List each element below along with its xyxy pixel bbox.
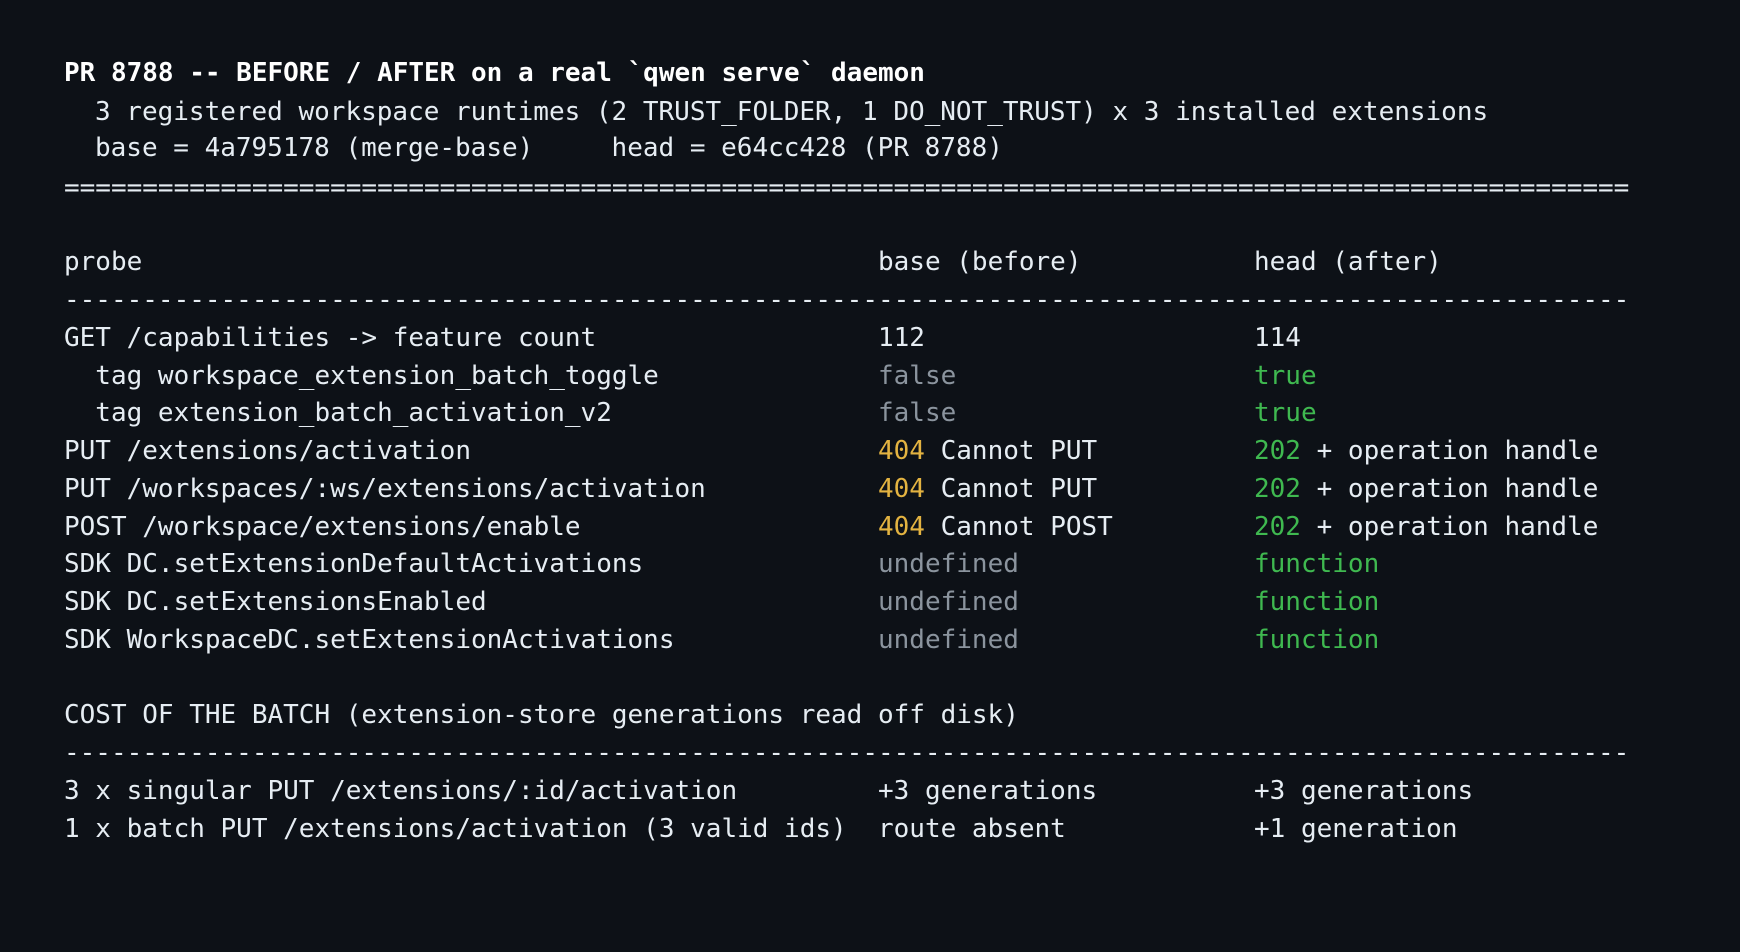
status-code-after: 202	[1254, 512, 1301, 542]
probe-cell: POST /workspace/extensions/enable	[64, 512, 581, 542]
cost-base-cell: +3 generations	[878, 776, 1098, 806]
base-cell: false	[878, 396, 956, 430]
probe-cell: GET /capabilities -> feature count	[64, 323, 597, 353]
probe-cell: tag extension_batch_activation_v2	[64, 398, 612, 428]
head-cell: function	[1254, 623, 1379, 657]
cost-probe-cell: 3 x singular PUT /extensions/:id/activat…	[64, 776, 738, 806]
probe-cell: SDK DC.setExtensionDefaultActivations	[64, 549, 644, 579]
head-value: true	[1254, 398, 1317, 428]
commit-refs: base = 4a795178 (merge-base) head = e64c…	[95, 133, 1003, 163]
table-row: POST /workspace/extensions/enable 404 Can…	[64, 510, 1674, 544]
head-value: function	[1254, 549, 1380, 579]
terminal-output: PR 8788 -- BEFORE / AFTER on a real `qwe…	[0, 0, 1740, 952]
column-header-head: head (after)	[1254, 247, 1442, 277]
table-row: GET /capabilities -> feature count 112 114	[64, 321, 1674, 355]
header-rule-divider: ----------------------------------------…	[64, 285, 1630, 315]
cost-base-cell: route absent	[878, 814, 1066, 844]
base-value: Cannot PUT	[924, 474, 1098, 504]
head-cell: 202 + operation handle	[1254, 472, 1598, 506]
head-cell: true	[1254, 359, 1317, 393]
base-value: false	[878, 398, 957, 428]
column-header-base: base (before)	[878, 247, 1082, 277]
table-row: PUT /workspaces/:ws/extensions/activatio…	[64, 472, 1674, 506]
status-code-after: 202	[1254, 436, 1301, 466]
report-title: PR 8788 -- BEFORE / AFTER on a real `qwe…	[64, 58, 925, 88]
table-row: PUT /extensions/activation 404 Cannot PUT…	[64, 434, 1674, 468]
base-cell: 404 Cannot PUT	[878, 434, 1097, 468]
cost-head-cell: +3 generations	[1254, 776, 1474, 806]
status-code-before: 404	[878, 474, 925, 504]
head-cell: function	[1254, 547, 1379, 581]
probe-cell: SDK DC.setExtensionsEnabled	[64, 587, 487, 617]
head-cell: true	[1254, 396, 1317, 430]
probe-cell: SDK WorkspaceDC.setExtensionActivations	[64, 625, 675, 655]
head-cell: 114	[1254, 321, 1301, 355]
status-code-before: 404	[878, 436, 925, 466]
base-cell: undefined	[878, 547, 1019, 581]
base-cell: 404 Cannot POST	[878, 510, 1113, 544]
base-value: undefined	[878, 587, 1019, 617]
base-cell: undefined	[878, 623, 1019, 657]
cost-row: 3 x singular PUT /extensions/:id/activat…	[64, 774, 1674, 808]
table-row: tag extension_batch_activation_v2 false tr…	[64, 396, 1674, 430]
probe-cell: PUT /extensions/activation	[64, 436, 471, 466]
head-value: + operation handle	[1300, 474, 1599, 504]
base-cell: 112	[878, 321, 925, 355]
status-code-before: 404	[878, 512, 925, 542]
cost-rule-divider: ----------------------------------------…	[64, 738, 1630, 768]
table-row: tag workspace_extension_batch_toggle fals…	[64, 359, 1674, 393]
head-value: + operation handle	[1300, 512, 1599, 542]
cost-section-heading: COST OF THE BATCH (extension-store gener…	[64, 700, 1019, 730]
base-cell: 404 Cannot PUT	[878, 472, 1097, 506]
base-cell: false	[878, 359, 956, 393]
column-header-probe: probe	[64, 247, 143, 277]
head-value: true	[1254, 361, 1317, 391]
base-value: undefined	[878, 549, 1019, 579]
head-value: 114	[1254, 323, 1301, 353]
status-code-after: 202	[1254, 474, 1301, 504]
report-subtitle: 3 registered workspace runtimes (2 TRUST…	[95, 97, 1489, 127]
probe-cell: tag workspace_extension_batch_toggle	[64, 361, 659, 391]
base-value: false	[878, 361, 957, 391]
head-value: function	[1254, 625, 1380, 655]
table-row: SDK WorkspaceDC.setExtensionActivations u…	[64, 623, 1674, 657]
probe-cell: PUT /workspaces/:ws/extensions/activatio…	[64, 474, 706, 504]
table-row: SDK DC.setExtensionsEnabled undefined func…	[64, 585, 1674, 619]
head-cell: 202 + operation handle	[1254, 434, 1598, 468]
table-header-row: probe base (before) head (after)	[64, 245, 1674, 279]
base-value: Cannot PUT	[924, 436, 1098, 466]
base-value: undefined	[878, 625, 1019, 655]
head-cell: function	[1254, 585, 1379, 619]
head-value: + operation handle	[1300, 436, 1599, 466]
base-value: Cannot POST	[924, 512, 1113, 542]
table-row: SDK DC.setExtensionDefaultActivations und…	[64, 547, 1674, 581]
head-value: function	[1254, 587, 1380, 617]
cost-row: 1 x batch PUT /extensions/activation (3 …	[64, 812, 1674, 846]
base-value: 112	[878, 323, 925, 353]
head-cell: 202 + operation handle	[1254, 510, 1598, 544]
double-rule-divider: ========================================…	[64, 173, 1630, 203]
cost-head-cell: +1 generation	[1254, 814, 1458, 844]
base-cell: undefined	[878, 585, 1019, 619]
cost-probe-cell: 1 x batch PUT /extensions/activation (3 …	[64, 814, 847, 844]
